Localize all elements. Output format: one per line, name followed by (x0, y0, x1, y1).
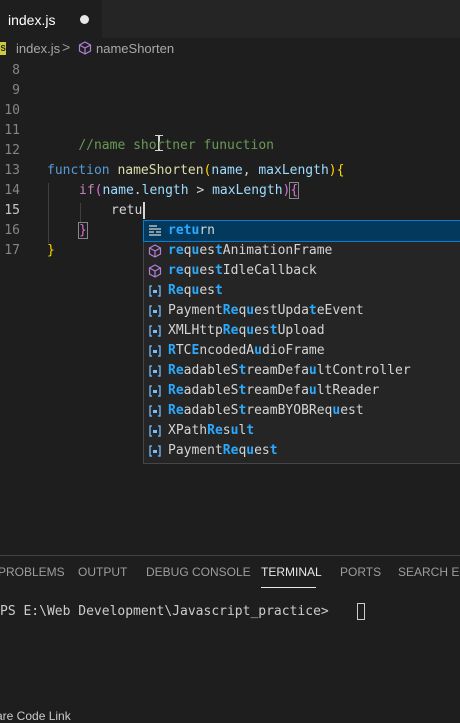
suggestion-item[interactable]: PaymentRequestUpdateEvent (144, 301, 460, 321)
var-maxlength: maxLength (212, 183, 283, 198)
code-line-14: if(name.length > maxLength){ (79, 182, 300, 199)
variable-bracket-icon (149, 285, 161, 297)
method-cube-icon (148, 244, 162, 258)
variable-bracket-icon (149, 425, 161, 437)
line-number: 16 (4, 223, 20, 238)
code-line-16: } (78, 222, 88, 239)
suggestion-label: requestIdleCallback (168, 263, 317, 278)
suggestion-label: Request (168, 283, 223, 298)
brace-close: } (47, 243, 55, 258)
suggestion-item[interactable]: ReadableStreamBYOBRequest (144, 401, 460, 421)
suggestion-label: ReadableStreamDefaultController (168, 363, 411, 378)
param-name: name (211, 163, 243, 178)
suggestion-label: requestAnimationFrame (168, 243, 333, 258)
line-number: 12 (4, 143, 20, 158)
terminal-cursor (357, 603, 365, 620)
suggestion-label: XPathResult (168, 423, 255, 438)
suggestion-item[interactable]: requestIdleCallback (144, 261, 460, 281)
breadcrumb-separator: > (62, 39, 71, 55)
tab-output[interactable]: OUTPUT (78, 565, 127, 579)
line-number-active: 15 (4, 203, 20, 218)
operator: > (188, 183, 213, 198)
line-number: 8 (12, 63, 20, 78)
suggestion-item[interactable]: requestAnimationFrame (144, 241, 460, 261)
suggestion-rest: rn (199, 223, 215, 238)
variable-bracket-icon (149, 325, 161, 337)
active-tab-indicator (261, 587, 316, 588)
code-line-11: //name shortner funuction (47, 123, 274, 168)
prop-length: length (141, 183, 189, 198)
text-cursor (143, 202, 145, 219)
breadcrumb: JS index.js > nameShorten (0, 38, 460, 60)
dot: . (133, 183, 142, 198)
method-cube-icon (148, 264, 162, 278)
method-cube-icon (78, 41, 92, 55)
brace-close: } (78, 222, 88, 239)
tab-debug-console[interactable]: DEBUG CONSOLE (146, 565, 251, 579)
line-number: 9 (12, 83, 20, 98)
match-highlight: retu (168, 223, 200, 238)
suggestion-item[interactable]: Request (144, 281, 460, 301)
suggestion-widget[interactable]: return requestAnimationFrame requestIdle… (143, 220, 460, 464)
tab-terminal[interactable]: TERMINAL (261, 565, 322, 579)
comma: , (242, 163, 259, 178)
tab-problems[interactable]: PROBLEMS (0, 565, 65, 579)
line-number: 10 (4, 103, 20, 118)
line-number: 13 (4, 163, 20, 178)
suggestion-item[interactable]: return (143, 220, 460, 242)
line-number: 11 (4, 123, 20, 138)
suggestion-item[interactable]: XMLHttpRequestUpload (144, 321, 460, 341)
status-share-code-link[interactable]: are Code Link (0, 709, 71, 723)
typed-text: retu (111, 203, 143, 218)
line-number: 17 (4, 243, 20, 258)
variable-bracket-icon (149, 365, 161, 377)
param-maxlength: maxLength (258, 163, 329, 178)
breadcrumb-file[interactable]: index.js (16, 41, 60, 56)
tab-search-error[interactable]: SEARCH ERR (398, 565, 460, 579)
code-line-17: } (47, 243, 55, 258)
indent-guide (48, 183, 49, 243)
suggestion-item[interactable]: XPathResult (144, 421, 460, 441)
terminal-prompt[interactable]: PS E:\Web Development\Javascript_practic… (0, 604, 337, 619)
code-line-15: retu (111, 203, 142, 218)
tab-index-js[interactable]: index.js (0, 0, 102, 39)
variable-bracket-icon (149, 445, 161, 457)
unsaved-dot-icon[interactable] (80, 15, 89, 24)
suggestion-item[interactable]: RTCEncodedAudioFrame (144, 341, 460, 361)
suggestion-label: PaymentRequestUpdateEvent (168, 303, 364, 318)
variable-bracket-icon (149, 385, 161, 397)
breadcrumb-symbol[interactable]: nameShorten (96, 41, 174, 56)
keyword-function: function (47, 163, 110, 178)
tab-label: index.js (8, 12, 56, 28)
brace-open: { (289, 182, 300, 199)
suggestion-label: PaymentRequest (168, 443, 278, 458)
paren-close: ) (328, 163, 337, 178)
function-name: nameShorten (117, 163, 204, 178)
suggestion-label: RTCEncodedAudioFrame (168, 343, 325, 358)
variable-bracket-icon (149, 345, 161, 357)
bottom-panel: PROBLEMS OUTPUT DEBUG CONSOLE TERMINAL P… (0, 555, 460, 701)
tab-ports[interactable]: PORTS (340, 565, 381, 579)
suggestion-item[interactable]: ReadableStreamDefaultController (144, 361, 460, 381)
keyword-snippet-icon (149, 225, 161, 236)
variable-bracket-icon (149, 305, 161, 317)
suggestion-label: XMLHttpRequestUpload (168, 323, 325, 338)
suggestion-item[interactable]: ReadableStreamDefaultReader (144, 381, 460, 401)
indent-guide (80, 203, 81, 223)
js-file-icon: JS (0, 42, 6, 55)
brace-open: { (336, 163, 345, 178)
suggestion-label: ReadableStreamBYOBRequest (168, 403, 364, 418)
keyword-if: if (79, 183, 95, 198)
comment: //name shortner funuction (78, 138, 274, 153)
variable-bracket-icon (149, 405, 161, 417)
status-bar: are Code Link (0, 700, 460, 723)
var-name: name (102, 183, 134, 198)
suggestion-item[interactable]: PaymentRequest (144, 441, 460, 461)
suggestion-label: ReadableStreamDefaultReader (168, 383, 380, 398)
code-line-13: function nameShorten(name, maxLength){ (47, 163, 344, 178)
line-number: 14 (4, 183, 20, 198)
editor-tab-bar: index.js (0, 0, 460, 39)
